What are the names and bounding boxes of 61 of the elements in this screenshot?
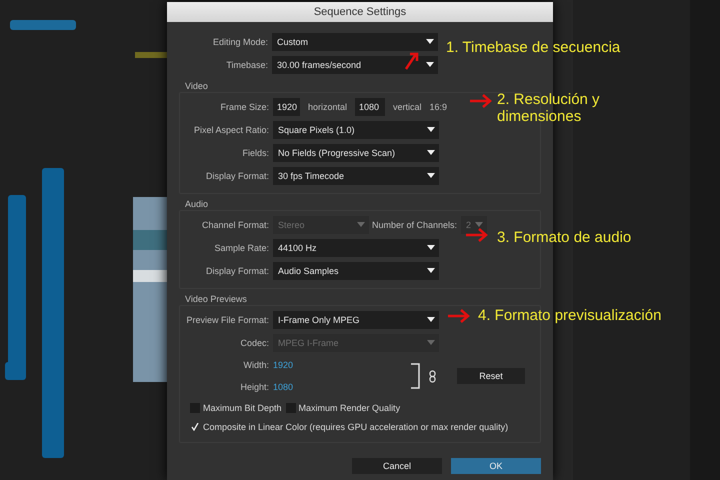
section-title: Audio bbox=[184, 198, 210, 210]
field-label: Frame Size: bbox=[219, 102, 270, 112]
field-label: Preview File Format: bbox=[185, 314, 270, 324]
field-label: Fields: bbox=[241, 148, 270, 158]
caret-icon bbox=[427, 317, 435, 322]
annotation-arrow bbox=[448, 309, 470, 323]
caret-icon bbox=[427, 268, 435, 273]
field-label: Height: bbox=[239, 382, 270, 392]
field-label: Editing Mode: bbox=[212, 36, 269, 46]
dropdown[interactable]: No Fields (Progressive Scan) bbox=[273, 144, 439, 162]
field-label: Number of Channels: bbox=[370, 220, 458, 230]
unit-label: horizontal bbox=[308, 102, 348, 112]
unit-label: vertical bbox=[393, 102, 422, 112]
field-label: Pixel Aspect Ratio: bbox=[192, 124, 270, 134]
caret-icon bbox=[427, 245, 435, 250]
annotation-arrow bbox=[470, 94, 492, 108]
caret-icon bbox=[427, 150, 435, 155]
field-label: Codec: bbox=[239, 338, 270, 348]
field-label: Width: bbox=[242, 360, 270, 370]
dropdown[interactable]: 30 fps Timecode bbox=[273, 166, 439, 184]
checkbox-label: Maximum Render Quality bbox=[298, 402, 400, 412]
caret-icon bbox=[426, 39, 434, 44]
dropdown[interactable]: 44100 Hz bbox=[273, 238, 439, 256]
field-label: Display Format: bbox=[204, 266, 270, 276]
dropdown[interactable]: Square Pixels (1.0) bbox=[273, 120, 439, 138]
field-label: Sample Rate: bbox=[213, 242, 270, 252]
caret-icon bbox=[427, 340, 435, 345]
field-label: Channel Format: bbox=[200, 220, 270, 230]
annotation-arrow bbox=[466, 228, 488, 242]
caret-icon bbox=[357, 222, 365, 227]
dropdown[interactable]: Custom bbox=[272, 32, 438, 50]
aspect-ratio: 16:9 bbox=[430, 102, 448, 112]
link-icon[interactable] bbox=[429, 370, 436, 382]
checkbox-label: Maximum Bit Depth bbox=[203, 402, 282, 412]
annotation-label: 2. Resolución y dimensiones bbox=[497, 91, 601, 125]
section-title: Video bbox=[184, 80, 209, 92]
annotation-label: 3. Formato de audio bbox=[497, 229, 632, 246]
caret-icon bbox=[426, 62, 434, 67]
cancel-button[interactable]: Cancel bbox=[352, 458, 442, 474]
ok-button[interactable]: OK bbox=[451, 458, 541, 474]
checkbox[interactable] bbox=[190, 422, 200, 432]
field-label: Timebase: bbox=[225, 60, 269, 70]
window-title: Sequence Settings bbox=[167, 2, 553, 22]
bracket-icon bbox=[411, 363, 420, 389]
checkbox-label: Composite in Linear Color (requires GPU acceleration or max render quality) bbox=[203, 422, 508, 432]
annotation-label: 4. Formato previsualización bbox=[478, 307, 662, 324]
input-field[interactable]: 1080 bbox=[355, 98, 386, 116]
dropdown[interactable]: Audio Samples bbox=[273, 262, 439, 280]
caret-icon bbox=[427, 173, 435, 178]
dropdown[interactable]: 30.00 frames/second bbox=[272, 56, 438, 74]
input-field[interactable]: 1920 bbox=[273, 98, 300, 116]
caret-icon bbox=[427, 127, 435, 132]
caret-icon bbox=[475, 222, 483, 227]
section-title: Video Previews bbox=[184, 293, 248, 305]
annotation-arrow bbox=[404, 50, 420, 70]
annotation-label: 1. Timebase de secuencia bbox=[446, 39, 622, 56]
width-value[interactable]: 1920 bbox=[273, 360, 294, 370]
dropdown[interactable]: I-Frame Only MPEG bbox=[273, 310, 439, 328]
height-value[interactable]: 1080 bbox=[273, 382, 294, 392]
field-label: Display Format: bbox=[204, 170, 270, 180]
reset-button[interactable]: Reset bbox=[457, 368, 526, 384]
